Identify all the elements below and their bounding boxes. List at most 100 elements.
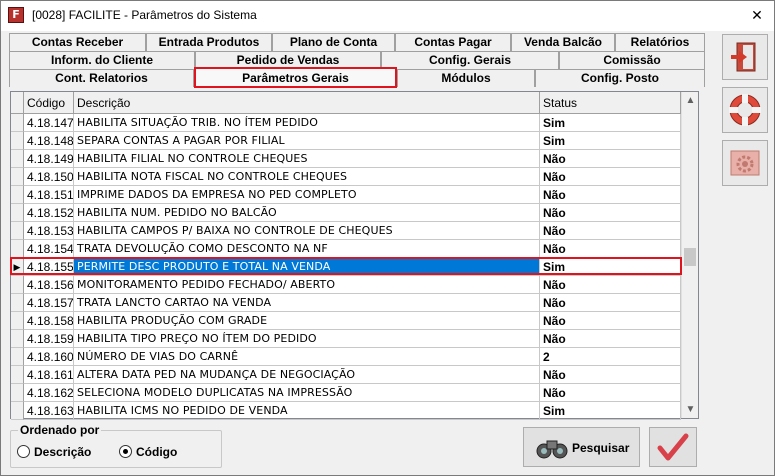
table-row[interactable]: 4.18.156 MONITORAMENTO PEDIDO FECHADO/ AB… bbox=[11, 276, 681, 294]
table-row[interactable]: 4.18.154 TRATA DEVOLUÇÃO COMO DESCONTO NA… bbox=[11, 240, 681, 258]
parameters-grid[interactable]: Código Descrição Status 4.18.147 HABILITA… bbox=[10, 91, 699, 420]
cell-descricao[interactable]: HABILITA PRODUÇÃO COM GRADE bbox=[74, 312, 540, 330]
vertical-scrollbar[interactable]: ▲ ▼ bbox=[681, 92, 698, 418]
table-row[interactable]: 4.18.152 HABILITA NUM. PEDIDO NO BALCÃO Nã… bbox=[11, 204, 681, 222]
table-row[interactable]: 4.18.160 NÚMERO DE VIAS DO CARNÊ 2 bbox=[11, 348, 681, 366]
cell-status[interactable]: Não bbox=[540, 240, 681, 258]
cell-codigo[interactable]: 4.18.159 bbox=[24, 330, 74, 348]
tab-entrada-produtos[interactable]: Entrada Produtos bbox=[146, 33, 272, 51]
table-row[interactable]: 4.18.150 HABILITA NOTA FISCAL NO CONTROLE… bbox=[11, 168, 681, 186]
cell-codigo[interactable]: 4.18.150 bbox=[24, 168, 74, 186]
cell-descricao[interactable]: HABILITA ICMS NO PEDIDO DE VENDA bbox=[74, 402, 540, 420]
cell-descricao[interactable]: TRATA DEVOLUÇÃO COMO DESCONTO NA NF bbox=[74, 240, 540, 258]
cell-status[interactable]: Não bbox=[540, 384, 681, 402]
window-title: [0028] FACILITE - Parâmetros do Sistema bbox=[32, 8, 257, 22]
cell-descricao[interactable]: IMPRIME DADOS DA EMPRESA NO PED COMPLETO bbox=[74, 186, 540, 204]
tab-cont-relatorios[interactable]: Cont. Relatorios bbox=[9, 69, 194, 87]
cell-descricao[interactable]: HABILITA TIPO PREÇO NO ÍTEM DO PEDIDO bbox=[74, 330, 540, 348]
cell-codigo[interactable]: 4.18.147 bbox=[24, 114, 74, 132]
cell-descricao[interactable]: HABILITA FILIAL NO CONTROLE CHEQUES bbox=[74, 150, 540, 168]
table-row[interactable]: 4.18.151 IMPRIME DADOS DA EMPRESA NO PED … bbox=[11, 186, 681, 204]
radio-codigo[interactable] bbox=[119, 445, 132, 458]
cell-descricao[interactable]: PERMITE DESC PRODUTO E TOTAL NA VENDA bbox=[74, 258, 540, 276]
cell-codigo[interactable]: 4.18.154 bbox=[24, 240, 74, 258]
table-row[interactable]: 4.18.158 HABILITA PRODUÇÃO COM GRADE Não bbox=[11, 312, 681, 330]
table-row[interactable]: ▶ 4.18.155 PERMITE DESC PRODUTO E TOTAL NA… bbox=[11, 258, 681, 276]
tab-contas-pagar[interactable]: Contas Pagar bbox=[395, 33, 511, 51]
table-row[interactable]: 4.18.147 HABILITA SITUAÇÃO TRIB. NO ÍTEM … bbox=[11, 114, 681, 132]
cell-codigo[interactable]: 4.18.152 bbox=[24, 204, 74, 222]
header-codigo[interactable]: Código bbox=[24, 92, 74, 114]
radio-codigo-label[interactable]: Código bbox=[136, 445, 177, 459]
cell-descricao[interactable]: HABILITA SITUAÇÃO TRIB. NO ÍTEM PEDIDO bbox=[74, 114, 540, 132]
table-row[interactable]: 4.18.148 SEPARA CONTAS A PAGAR POR FILIAL… bbox=[11, 132, 681, 150]
tab-modulos[interactable]: Módulos bbox=[397, 69, 535, 87]
search-button[interactable]: Pesquisar bbox=[523, 427, 640, 467]
scroll-down-icon[interactable]: ▼ bbox=[682, 401, 699, 418]
scroll-up-icon[interactable]: ▲ bbox=[682, 92, 699, 109]
cell-descricao[interactable]: SEPARA CONTAS A PAGAR POR FILIAL bbox=[74, 132, 540, 150]
cell-descricao[interactable]: HABILITA NOTA FISCAL NO CONTROLE CHEQUES bbox=[74, 168, 540, 186]
table-row[interactable]: 4.18.162 SELECIONA MODELO DUPLICATAS NA I… bbox=[11, 384, 681, 402]
cell-descricao[interactable]: HABILITA NUM. PEDIDO NO BALCÃO bbox=[74, 204, 540, 222]
cell-status[interactable]: Não bbox=[540, 168, 681, 186]
tab-parametros-gerais[interactable]: Parâmetros Gerais bbox=[194, 67, 397, 88]
cell-status[interactable]: Sim bbox=[540, 132, 681, 150]
cell-descricao[interactable]: SELECIONA MODELO DUPLICATAS NA IMPRESSÃO bbox=[74, 384, 540, 402]
tab-contas-receber[interactable]: Contas Receber bbox=[9, 33, 146, 51]
cell-status[interactable]: Sim bbox=[540, 114, 681, 132]
tab-inform-cliente[interactable]: Inform. do Cliente bbox=[9, 51, 195, 69]
cell-codigo[interactable]: 4.18.162 bbox=[24, 384, 74, 402]
table-row[interactable]: 4.18.157 TRATA LANCTO CARTAO NA VENDA Não bbox=[11, 294, 681, 312]
cell-codigo[interactable]: 4.18.151 bbox=[24, 186, 74, 204]
header-status[interactable]: Status bbox=[540, 92, 681, 114]
scroll-thumb[interactable] bbox=[684, 248, 696, 266]
table-row[interactable]: 4.18.161 ALTERA DATA PED NA MUDANÇA DE NE… bbox=[11, 366, 681, 384]
help-button[interactable] bbox=[722, 87, 768, 133]
cell-status[interactable]: Sim bbox=[540, 402, 681, 420]
cell-descricao[interactable]: MONITORAMENTO PEDIDO FECHADO/ ABERTO bbox=[74, 276, 540, 294]
cell-status[interactable]: Não bbox=[540, 330, 681, 348]
cell-codigo[interactable]: 4.18.161 bbox=[24, 366, 74, 384]
cell-descricao[interactable]: HABILITA CAMPOS P/ BAIXA NO CONTROLE DE … bbox=[74, 222, 540, 240]
table-row[interactable]: 4.18.159 HABILITA TIPO PREÇO NO ÍTEM DO P… bbox=[11, 330, 681, 348]
radio-descricao[interactable] bbox=[17, 445, 30, 458]
tab-comissao[interactable]: Comissão bbox=[559, 51, 705, 69]
table-row[interactable]: 4.18.163 HABILITA ICMS NO PEDIDO DE VENDA… bbox=[11, 402, 681, 420]
cell-status[interactable]: Não bbox=[540, 222, 681, 240]
tab-plano-de-conta[interactable]: Plano de Conta bbox=[272, 33, 395, 51]
cell-codigo[interactable]: 4.18.160 bbox=[24, 348, 74, 366]
cell-descricao[interactable]: TRATA LANCTO CARTAO NA VENDA bbox=[74, 294, 540, 312]
tab-relatorios[interactable]: Relatórios bbox=[615, 33, 705, 51]
confirm-button[interactable] bbox=[649, 427, 697, 467]
cell-status[interactable]: Não bbox=[540, 366, 681, 384]
cell-codigo[interactable]: 4.18.158 bbox=[24, 312, 74, 330]
cell-status[interactable]: 2 bbox=[540, 348, 681, 366]
settings-button[interactable] bbox=[722, 140, 768, 186]
cell-codigo[interactable]: 4.18.153 bbox=[24, 222, 74, 240]
table-row[interactable]: 4.18.149 HABILITA FILIAL NO CONTROLE CHEQ… bbox=[11, 150, 681, 168]
cell-status[interactable]: Não bbox=[540, 294, 681, 312]
cell-status[interactable]: Não bbox=[540, 186, 681, 204]
cell-descricao[interactable]: ALTERA DATA PED NA MUDANÇA DE NEGOCIAÇÃO bbox=[74, 366, 540, 384]
cell-codigo[interactable]: 4.18.156 bbox=[24, 276, 74, 294]
exit-button[interactable] bbox=[722, 34, 768, 80]
cell-status[interactable]: Não bbox=[540, 204, 681, 222]
tab-venda-balcao[interactable]: Venda Balcão bbox=[511, 33, 615, 51]
cell-status[interactable]: Não bbox=[540, 312, 681, 330]
cell-codigo[interactable]: 4.18.163 bbox=[24, 402, 74, 420]
tab-config-gerais[interactable]: Config. Gerais bbox=[381, 51, 559, 69]
cell-codigo[interactable]: 4.18.149 bbox=[24, 150, 74, 168]
cell-descricao[interactable]: NÚMERO DE VIAS DO CARNÊ bbox=[74, 348, 540, 366]
cell-status[interactable]: Sim bbox=[540, 258, 681, 276]
cell-codigo[interactable]: 4.18.155 bbox=[24, 258, 74, 276]
header-descricao[interactable]: Descrição bbox=[74, 92, 540, 114]
cell-status[interactable]: Não bbox=[540, 150, 681, 168]
cell-codigo[interactable]: 4.18.148 bbox=[24, 132, 74, 150]
table-row[interactable]: 4.18.153 HABILITA CAMPOS P/ BAIXA NO CONT… bbox=[11, 222, 681, 240]
tab-config-posto[interactable]: Config. Posto bbox=[535, 69, 705, 87]
cell-codigo[interactable]: 4.18.157 bbox=[24, 294, 74, 312]
close-icon[interactable]: ✕ bbox=[742, 6, 772, 26]
cell-status[interactable]: Não bbox=[540, 276, 681, 294]
radio-descricao-label[interactable]: Descrição bbox=[34, 445, 91, 459]
